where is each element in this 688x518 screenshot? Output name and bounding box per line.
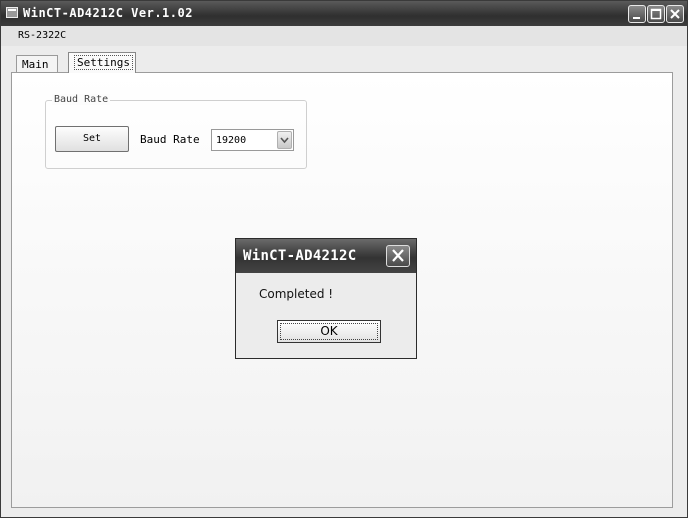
window-title: WinCT-AD4212C Ver.1.02	[23, 6, 193, 20]
baud-rate-label: Baud Rate	[140, 133, 200, 146]
maximize-icon	[650, 8, 662, 20]
menu-bar: RS-2322C	[1, 26, 687, 46]
dialog-title-bar[interactable]: WinCT-AD4212C	[236, 239, 416, 273]
completed-dialog: WinCT-AD4212C Completed ! OK	[235, 238, 417, 359]
tab-settings-label: Settings	[74, 55, 133, 70]
baud-rate-group-legend: Baud Rate	[52, 94, 111, 105]
tab-main[interactable]: Main	[16, 55, 58, 72]
close-button[interactable]	[666, 5, 684, 23]
title-bar[interactable]: WinCT-AD4212C Ver.1.02	[1, 1, 687, 26]
dialog-close-button[interactable]	[386, 245, 410, 267]
minimize-button[interactable]	[628, 5, 646, 23]
app-icon[interactable]	[6, 7, 18, 18]
main-window: WinCT-AD4212C Ver.1.02 RS-2322C Main Set…	[0, 0, 688, 518]
baud-rate-select[interactable]: 19200	[211, 129, 294, 151]
set-button[interactable]: Set	[55, 126, 129, 152]
close-icon	[392, 249, 404, 262]
dropdown-button[interactable]	[277, 131, 292, 149]
ok-button[interactable]: OK	[277, 320, 381, 343]
baud-rate-value: 19200	[216, 135, 247, 146]
maximize-button[interactable]	[647, 5, 665, 23]
close-icon	[670, 9, 680, 19]
tab-settings[interactable]: Settings	[68, 52, 136, 73]
minimize-icon	[633, 17, 640, 19]
chevron-down-icon	[280, 137, 289, 144]
menu-rs2322c[interactable]: RS-2322C	[18, 30, 66, 41]
dialog-title: WinCT-AD4212C	[243, 248, 357, 264]
dialog-message: Completed !	[259, 287, 334, 301]
